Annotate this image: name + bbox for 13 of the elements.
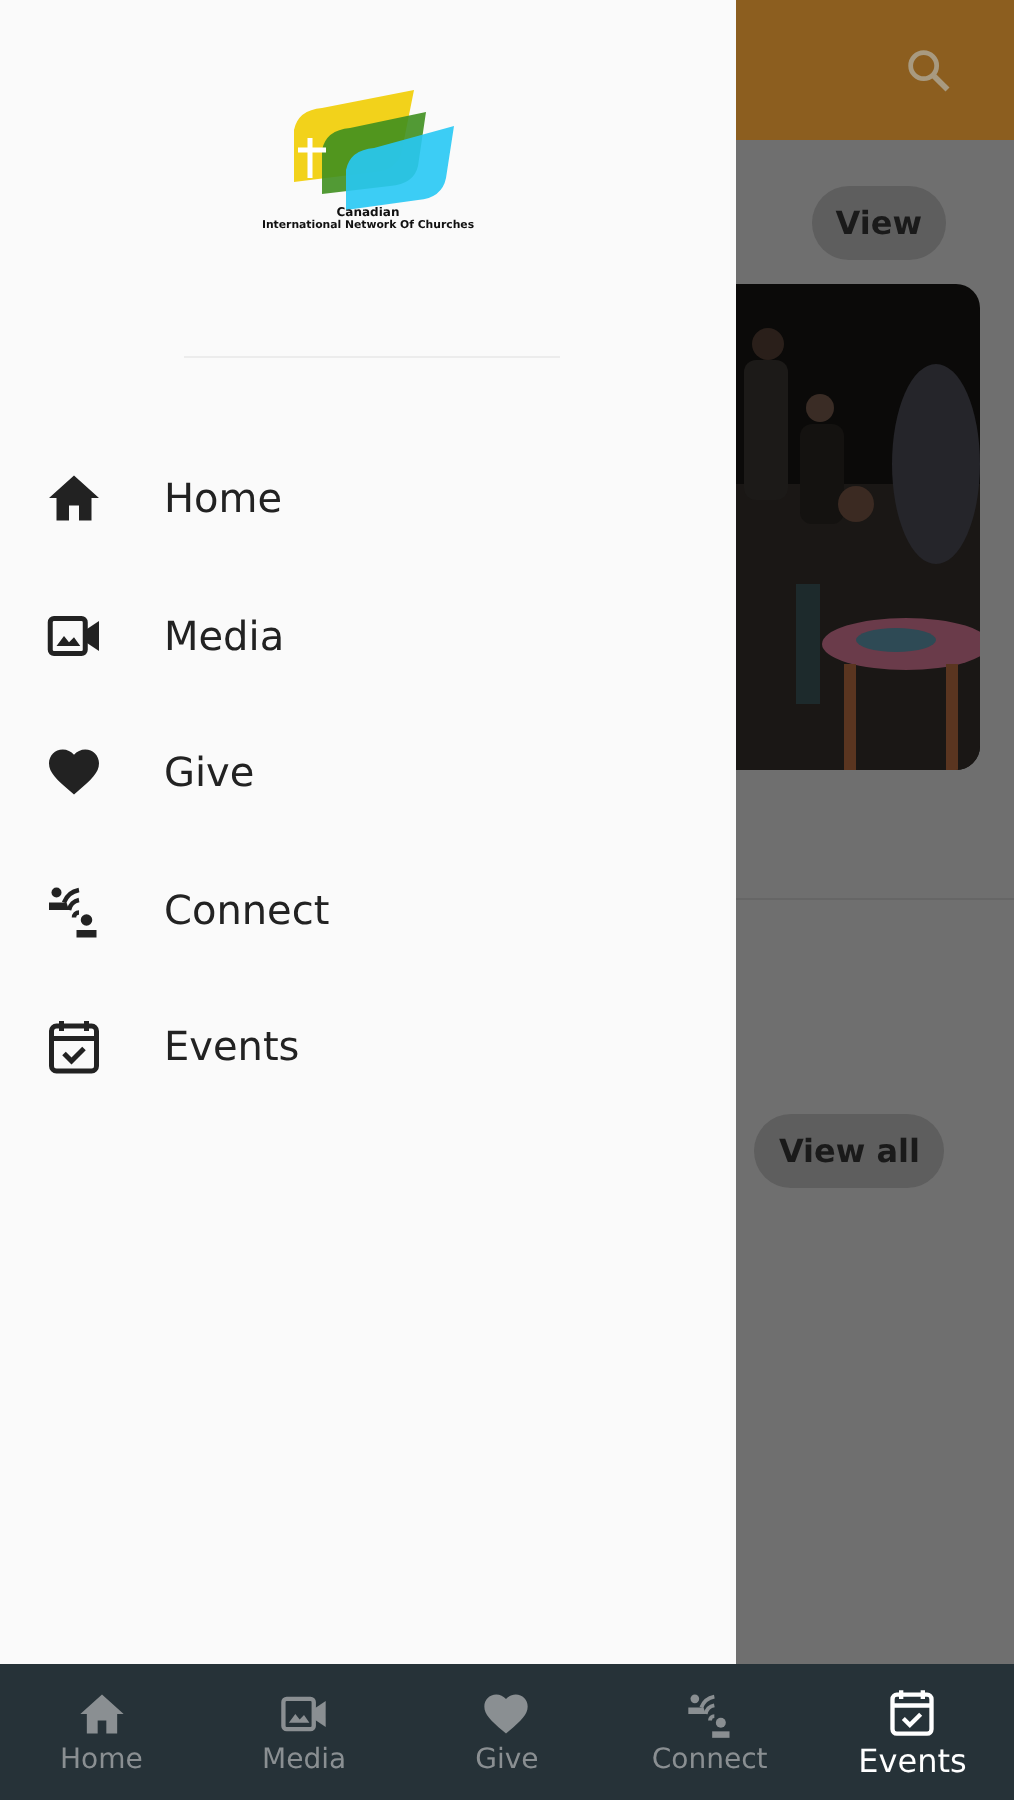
drawer-item[interactable]: Connect (0, 841, 736, 978)
nav-tab[interactable]: Media (203, 1688, 406, 1776)
calendar-check-icon (44, 1016, 104, 1077)
search-icon[interactable] (902, 44, 954, 96)
drawer-item[interactable]: Media (0, 567, 736, 704)
nav-tab[interactable]: Give (405, 1688, 608, 1776)
drawer-item[interactable]: Home (0, 430, 736, 567)
nav-tab[interactable]: Home (0, 1688, 203, 1776)
drawer-item[interactable]: Give (0, 704, 736, 841)
calendar-check-icon (886, 1685, 939, 1737)
nav-tab[interactable]: Connect (608, 1688, 811, 1776)
nav-tab[interactable]: Events (811, 1685, 1014, 1779)
drawer-item[interactable]: Events (0, 978, 736, 1115)
